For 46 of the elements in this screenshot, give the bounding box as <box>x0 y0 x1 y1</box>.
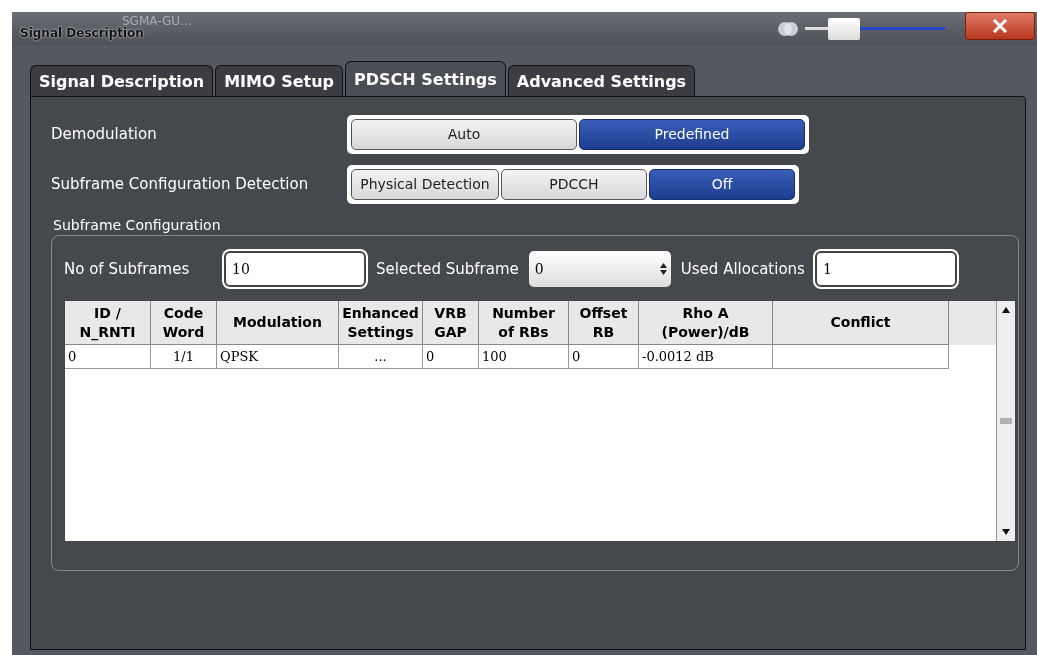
scroll-down-icon <box>1002 529 1010 535</box>
transparency-slider[interactable] <box>805 17 945 40</box>
field-label: Selected Subframe <box>376 260 519 278</box>
input-field[interactable]: 1 <box>814 251 957 287</box>
column-header: Code Word <box>151 301 217 345</box>
close-icon <box>992 18 1008 33</box>
table-cell: -0.0012 dB <box>639 345 773 369</box>
window-title: Signal Description <box>20 25 144 40</box>
table-cell: 0 <box>569 345 639 369</box>
column-header: ID / N_RNTI <box>65 301 151 345</box>
spinner-icon <box>659 263 667 275</box>
tab[interactable]: PDSCH Settings <box>345 61 506 96</box>
column-header: VRB GAP <box>423 301 479 345</box>
field-label: Used Allocations <box>680 260 805 278</box>
field-label: No of Subframes <box>64 260 191 278</box>
demodulation-label: Demodulation <box>51 125 158 143</box>
option-button[interactable]: Off <box>649 168 795 200</box>
option-button[interactable]: Physical Detection <box>351 168 499 200</box>
dropdown[interactable]: 0 <box>528 251 671 287</box>
option-button[interactable]: Auto <box>351 118 577 150</box>
option-button[interactable]: Predefined <box>579 118 805 150</box>
column-header: Conflict <box>773 301 949 345</box>
tab[interactable]: MIMO Setup <box>215 65 344 96</box>
close-button[interactable] <box>965 11 1035 40</box>
table-cell: 0 <box>423 345 479 369</box>
table-cell: ... <box>339 345 423 369</box>
table-cell: 1/1 <box>151 345 217 369</box>
tab[interactable]: Advanced Settings <box>507 65 696 96</box>
grip-icon <box>1000 418 1012 424</box>
table-cell: 100 <box>479 345 569 369</box>
column-header: Rho A (Power)/dB <box>639 301 773 345</box>
column-header: Modulation <box>217 301 339 345</box>
scroll-up-icon <box>1002 307 1010 313</box>
table-cell: QPSK <box>217 345 339 369</box>
tab[interactable]: Signal Description <box>30 65 214 96</box>
option-button[interactable]: PDCCH <box>501 168 647 200</box>
group-title: Subframe Configuration <box>53 217 222 233</box>
column-header: Enhanced Settings <box>339 301 423 345</box>
detection-label: Subframe Configuration Detection <box>51 175 310 193</box>
table-cell: 0 <box>65 345 151 369</box>
column-header: Number of RBs <box>479 301 569 345</box>
scrollbar[interactable] <box>996 301 1015 541</box>
transparency-icon <box>777 19 799 38</box>
input-field[interactable]: 10 <box>224 251 366 287</box>
background-title: SGMA-GU… <box>122 14 193 28</box>
column-header: Offset RB <box>569 301 639 345</box>
